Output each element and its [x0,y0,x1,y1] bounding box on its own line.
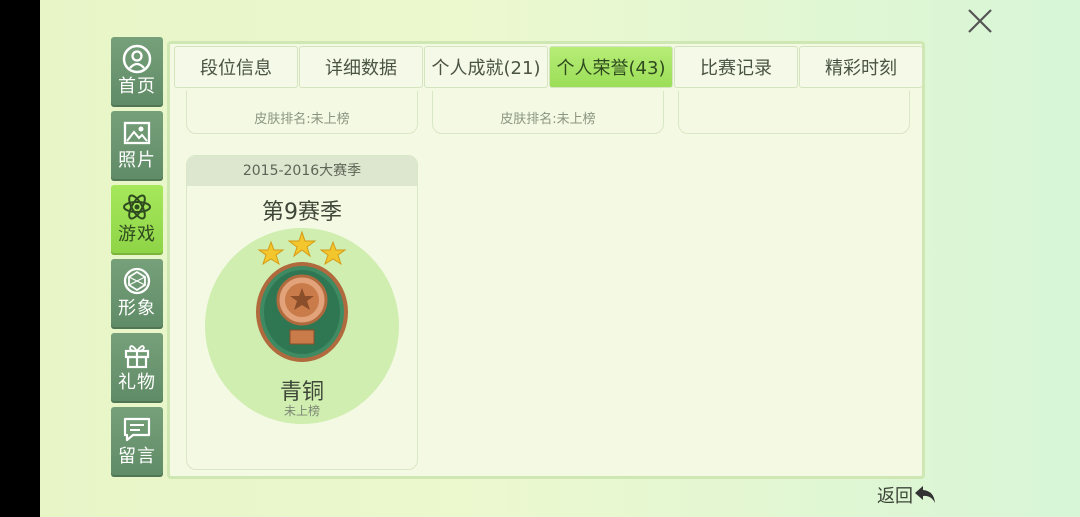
honor-card[interactable]: 皮肤排名:未上榜 [432,91,664,134]
sidebar-item-messages[interactable]: 留言 [111,407,163,477]
close-button[interactable] [962,3,998,39]
star-icon [319,240,347,266]
right-edge [1040,0,1080,517]
sidebar-item-photos[interactable]: 照片 [111,111,163,181]
star-icon [287,230,317,258]
tab-rank-info[interactable]: 段位信息 [174,46,298,88]
gift-icon [124,345,150,369]
message-icon [123,417,151,442]
sidebar: 首页 照片 游戏 形象 礼物 留言 [111,37,163,481]
sidebar-item-game[interactable]: 游戏 [111,185,163,255]
tab-achievements[interactable]: 个人成就(21) [424,46,548,88]
medal-badge: 青铜 未上榜 [205,228,399,424]
user-circle-icon [122,44,152,74]
honor-card[interactable]: 皮肤排名:未上榜 [186,91,418,134]
tab-highlights[interactable]: 精彩时刻 [799,46,923,88]
skin-rank-text: 皮肤排名:未上榜 [254,112,350,127]
season-honor-card[interactable]: 2015-2016大赛季 第9赛季 青铜 未上榜 [186,155,418,470]
gem-icon [123,267,151,295]
tab-detailed-data[interactable]: 详细数据 [299,46,423,88]
star-icon [257,240,285,266]
season-title: 第9赛季 [262,200,342,225]
sidebar-item-label: 礼物 [118,372,156,393]
sidebar-item-avatar[interactable]: 形象 [111,259,163,329]
sidebar-item-home[interactable]: 首页 [111,37,163,107]
back-label: 返回 [877,486,913,507]
sidebar-item-label: 游戏 [118,224,156,245]
tab-honors[interactable]: 个人荣誉(43) [549,46,673,88]
honor-card[interactable] [678,91,910,134]
back-button[interactable]: 返回 [873,479,963,511]
return-arrow-icon [915,486,935,503]
tab-bar: 段位信息 详细数据 个人成就(21) 个人荣誉(43) 比赛记录 精彩时刻 [174,46,924,88]
sidebar-item-label: 首页 [118,76,156,97]
season-header: 2015-2016大赛季 [187,156,417,186]
sidebar-item-label: 照片 [118,150,156,171]
photo-icon [123,121,151,145]
sidebar-item-label: 形象 [118,298,156,319]
tier-status: 未上榜 [283,404,320,418]
close-icon [968,9,992,33]
main-panel: 段位信息 详细数据 个人成就(21) 个人荣誉(43) 比赛记录 精彩时刻 皮肤… [167,41,925,479]
honors-list: 皮肤排名:未上榜 皮肤排名:未上榜 2015-2016大赛季 第9赛季 青铜 未… [170,91,922,476]
sidebar-item-gifts[interactable]: 礼物 [111,333,163,403]
tab-match-records[interactable]: 比赛记录 [674,46,798,88]
skin-rank-text: 皮肤排名:未上榜 [500,112,596,127]
atom-icon [123,194,151,220]
sidebar-item-label: 留言 [118,446,156,467]
